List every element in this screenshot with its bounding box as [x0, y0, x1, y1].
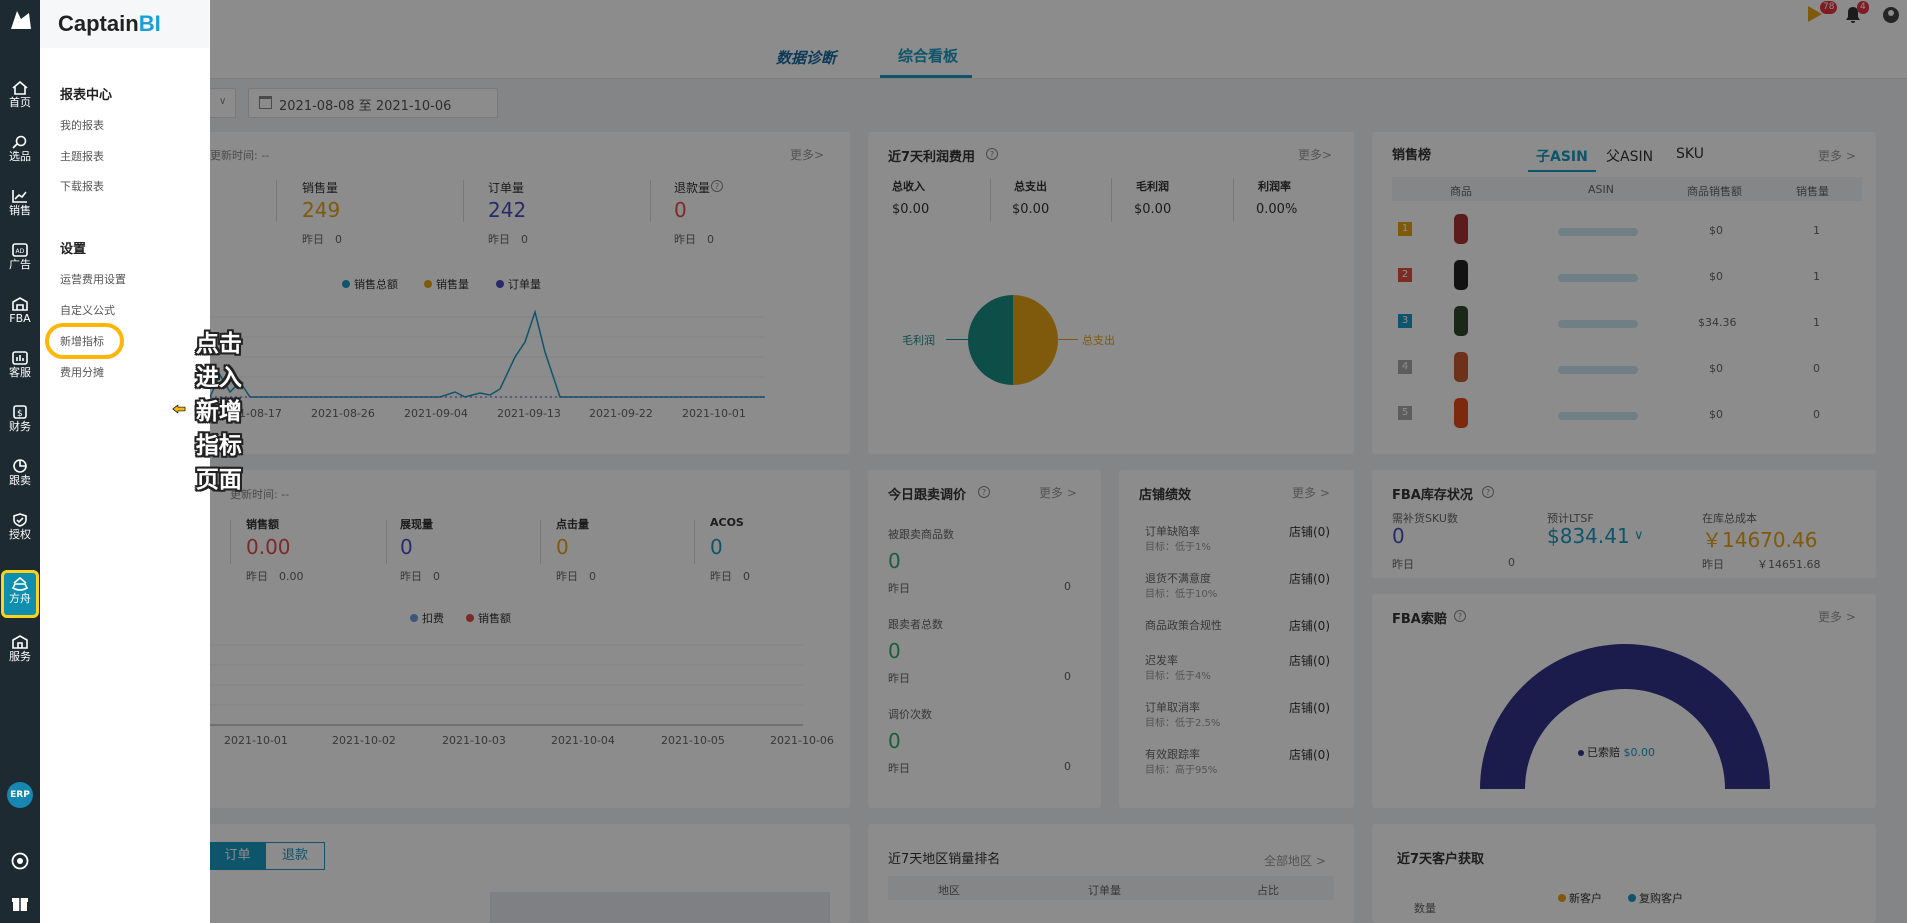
callout-text: 点击进入新增指标页面	[195, 331, 242, 493]
nav-item-services[interactable]: 服务	[0, 628, 40, 672]
brand-part-a: Captain	[58, 11, 139, 36]
nav-label: 客服	[9, 366, 31, 379]
home-icon	[12, 81, 28, 95]
shield-check-icon	[13, 513, 27, 527]
nav-item-ark[interactable]: 方舟	[1, 570, 39, 618]
nav-item-fba[interactable]: FBA	[0, 290, 40, 334]
nav-label: 首页	[9, 96, 31, 109]
modal-dim-overlay[interactable]	[0, 0, 1907, 923]
side-menu-panel: CaptainBI 报表中心 我的报表 主题报表 下载报表 设置 运营费用设置 …	[40, 0, 242, 923]
nav-label: 选品	[9, 150, 31, 163]
nav-label: 方舟	[9, 592, 31, 605]
menu-item-my-reports[interactable]: 我的报表	[60, 117, 104, 133]
nav-label: 广告	[9, 258, 31, 271]
nav-label: FBA	[9, 312, 31, 325]
headset-icon[interactable]	[11, 852, 29, 870]
brand-part-b: BI	[138, 11, 161, 36]
warehouse-icon	[12, 297, 28, 311]
gift-icon[interactable]	[11, 894, 29, 912]
line-chart-icon	[12, 190, 27, 203]
left-nav-bar: 首页 选品 销售 AD 广告 FBA 客服 $ 财务 跟卖 授权 方舟 服务 ERP	[0, 0, 40, 923]
building-icon	[12, 635, 28, 649]
erp-button[interactable]: ERP	[7, 782, 33, 808]
highlight-ring	[45, 323, 124, 359]
nav-item-service[interactable]: 客服	[0, 344, 40, 388]
dollar-icon: $	[13, 405, 27, 419]
svg-text:$: $	[17, 409, 23, 419]
logo-icon[interactable]	[9, 9, 33, 31]
nav-item-home[interactable]: 首页	[0, 74, 40, 118]
ark-icon	[12, 577, 28, 591]
nav-label: 跟卖	[9, 474, 31, 487]
menu-section-report-center: 报表中心	[60, 88, 113, 103]
menu-item-operation-cost[interactable]: 运营费用设置	[60, 271, 126, 287]
arrow-left-icon	[172, 404, 186, 414]
nav-label: 销售	[9, 204, 31, 217]
menu-item-custom-formula[interactable]: 自定义公式	[60, 302, 115, 318]
nav-item-ads[interactable]: AD 广告	[0, 236, 40, 280]
brand-logo[interactable]: CaptainBI	[40, 0, 210, 48]
nav-item-product-select[interactable]: 选品	[0, 128, 40, 172]
annotation-callout: 点击进入新增指标页面	[172, 324, 257, 494]
bar-chart-icon	[12, 351, 28, 365]
nav-item-follow-sell[interactable]: 跟卖	[0, 452, 40, 496]
menu-item-cost-allocation[interactable]: 费用分摊	[60, 364, 104, 380]
svg-text:AD: AD	[16, 248, 25, 255]
nav-item-finance[interactable]: $ 财务	[0, 398, 40, 442]
nav-label: 服务	[9, 650, 31, 663]
nav-label: 授权	[9, 528, 31, 541]
nav-item-sales[interactable]: 销售	[0, 182, 40, 226]
pie-chart-icon	[13, 459, 27, 473]
menu-item-download-reports[interactable]: 下载报表	[60, 178, 104, 194]
nav-item-authorize[interactable]: 授权	[0, 506, 40, 550]
search-icon	[12, 135, 27, 149]
menu-item-topic-reports[interactable]: 主题报表	[60, 148, 104, 164]
nav-label: 财务	[9, 420, 31, 433]
menu-section-settings: 设置	[60, 242, 87, 257]
ad-icon: AD	[12, 243, 28, 257]
